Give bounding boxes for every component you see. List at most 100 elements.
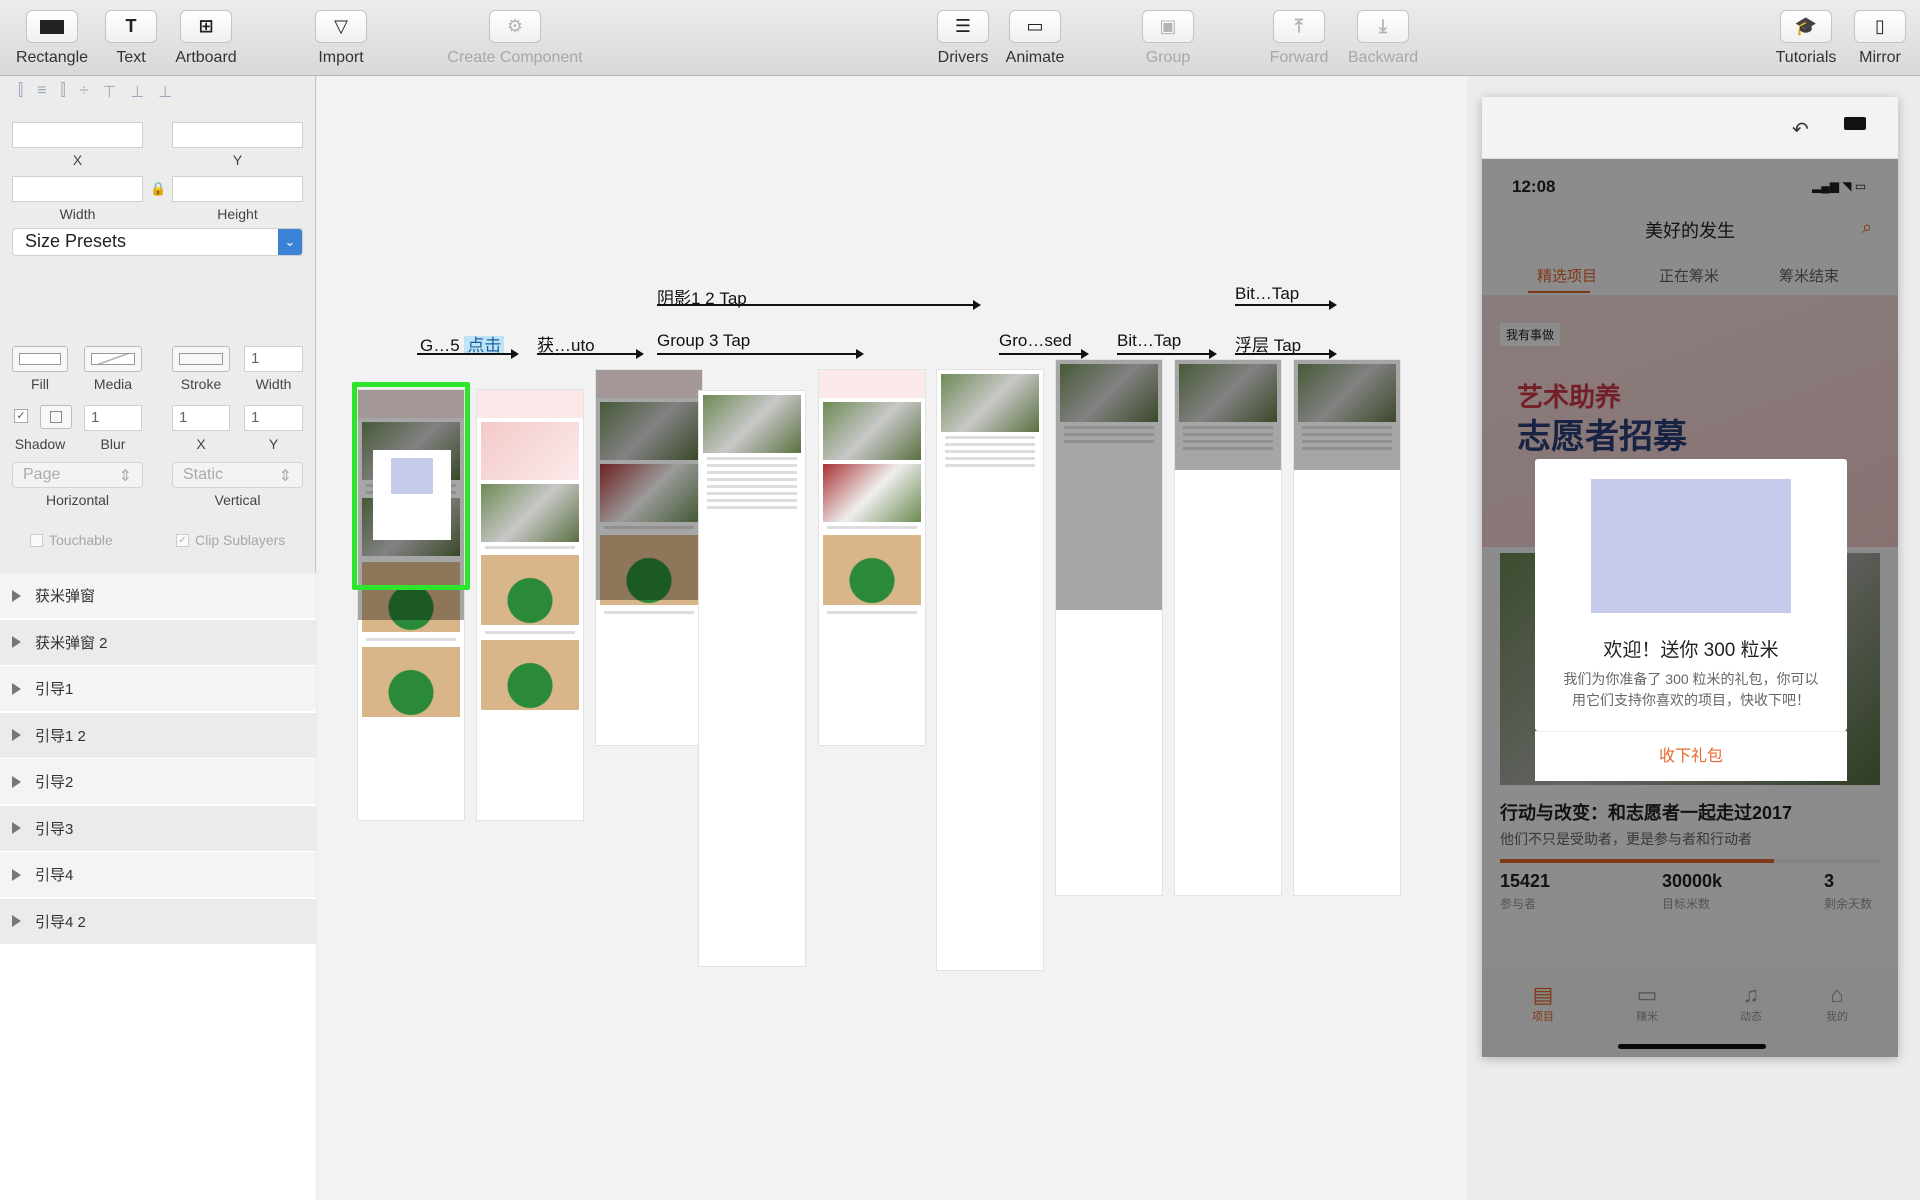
fill-swatch[interactable]	[12, 346, 68, 372]
stroke-width-field[interactable]: 1	[244, 346, 303, 372]
align-top-icon[interactable]: ⊤	[102, 82, 116, 102]
modal-body-line1: 我们为你准备了 300 粒米的礼包，你可以	[1563, 671, 1819, 687]
artboard-thumbnail[interactable]	[1294, 360, 1400, 895]
height-label: Height	[217, 206, 258, 222]
backward-button[interactable]: ⤓ Backward	[1343, 10, 1423, 67]
disclosure-triangle-icon[interactable]	[12, 868, 21, 881]
phone-screen: 12:08 ▂▄▆ ◥ ▭ 美好的发生 ⌕ 精选项目 正在筹米 筹米结束 我有事…	[1482, 159, 1898, 1057]
flow-label-7[interactable]: Bit…Tap	[1235, 284, 1299, 304]
layer-row[interactable]: 引导4 2	[0, 898, 316, 945]
flow-arrow	[1117, 349, 1217, 359]
layer-name: 引导3	[35, 820, 74, 838]
clip-sublayers-label: Clip Sublayers	[195, 532, 286, 548]
align-right-icon[interactable]: ⫿	[60, 82, 65, 102]
shadow-checkbox[interactable]: ✓	[14, 409, 28, 423]
layers-list: 获米弹窗 获米弹窗 2 引导1 引导1 2 引导2 引导3 引导4 引导4 2	[0, 573, 316, 1200]
align-middle-icon[interactable]: ⊥	[130, 82, 144, 102]
align-bottom-icon[interactable]: ⊥	[158, 82, 172, 102]
rectangle-tool-button[interactable]: Rectangle	[12, 10, 92, 67]
disclosure-triangle-icon[interactable]	[12, 589, 21, 602]
toolbar: Rectangle T Text ⊞ Artboard ▽ Import ⚙ C…	[0, 0, 1920, 76]
artboard-tool-button[interactable]: ⊞ Artboard	[166, 10, 246, 67]
align-left-icon[interactable]: ⫿	[18, 82, 23, 102]
flow-label-5[interactable]: Gro…sed	[999, 331, 1072, 351]
artboard-thumbnail[interactable]	[1175, 360, 1281, 895]
flow-arrow	[417, 349, 519, 359]
touchable-checkbox[interactable]	[30, 533, 43, 547]
layer-row[interactable]: 获米弹窗 2	[0, 619, 316, 666]
align-tools[interactable]: ⫿ ≡ ⫿ ÷ ⊤ ⊥ ⊥	[18, 82, 298, 102]
flow-label-6[interactable]: Bit…Tap	[1117, 331, 1181, 351]
x-label: X	[72, 152, 83, 168]
accept-gift-button[interactable]: 收下礼包	[1535, 731, 1847, 781]
width-field[interactable]	[12, 176, 143, 202]
flow-label-4[interactable]: Group 3 Tap	[657, 331, 750, 351]
layer-row[interactable]: 引导3	[0, 805, 316, 852]
y-label: Y	[232, 152, 243, 168]
artboard-thumbnail[interactable]	[699, 391, 805, 966]
height-field[interactable]	[172, 176, 303, 202]
clip-sublayers-checkbox[interactable]: ✓	[176, 533, 189, 547]
y-field[interactable]	[172, 122, 303, 148]
import-label: Import	[318, 49, 364, 66]
rectangle-label: Rectangle	[15, 49, 89, 66]
stroke-swatch[interactable]	[172, 346, 230, 372]
artboard-thumbnail[interactable]	[477, 390, 583, 820]
animate-label: Animate	[1005, 49, 1065, 66]
drivers-button[interactable]: ☰ Drivers	[923, 10, 1003, 67]
text-tool-button[interactable]: T Text	[91, 10, 171, 67]
clip-sublayers-toggle[interactable]: ✓ Clip Sublayers	[176, 532, 285, 548]
layer-row[interactable]: 引导2	[0, 759, 316, 805]
media-swatch[interactable]	[84, 346, 142, 372]
backward-label: Backward	[1347, 49, 1419, 66]
group-label: Group	[1145, 49, 1191, 66]
artboard-icon: ⊞	[180, 10, 232, 43]
tutorials-button[interactable]: 🎓 Tutorials	[1766, 10, 1846, 67]
group-button[interactable]: ▣ Group	[1128, 10, 1208, 67]
lock-icon[interactable]: 🔒	[150, 181, 166, 197]
import-button[interactable]: ▽ Import	[301, 10, 381, 67]
disclosure-triangle-icon[interactable]	[12, 915, 21, 927]
artboard-thumbnail[interactable]	[819, 370, 925, 745]
mirror-button[interactable]: ▯ Mirror	[1840, 10, 1920, 67]
horizontal-select[interactable]: Page ⇕	[12, 462, 143, 488]
artboard-thumbnail[interactable]	[937, 370, 1043, 970]
vertical-select[interactable]: Static ⇕	[172, 462, 303, 488]
vertical-value: Static	[183, 466, 224, 483]
record-video-icon[interactable]	[1844, 117, 1866, 130]
layer-row[interactable]: 引导1	[0, 666, 316, 712]
layer-row[interactable]: 获米弹窗	[0, 573, 316, 619]
disclosure-triangle-icon[interactable]	[12, 729, 21, 741]
animate-button[interactable]: ▭ Animate	[995, 10, 1075, 67]
bring-forward-icon: ⤒	[1273, 10, 1325, 43]
horizontal-value: Page	[23, 466, 61, 483]
flow-arrow	[537, 349, 644, 359]
prototype-canvas[interactable]: G…5 点击 获…uto 阴影1 2 Tap Group 3 Tap Gro…s…	[317, 76, 1467, 1200]
touchable-toggle[interactable]: Touchable	[30, 532, 113, 548]
device-preview[interactable]: ↶ 12:08 ▂▄▆ ◥ ▭ 美好的发生 ⌕ 精选项目 正在筹米 筹米结束 我…	[1482, 97, 1898, 1057]
forward-button[interactable]: ⤒ Forward	[1259, 10, 1339, 67]
shadow-label: Shadow	[14, 436, 66, 452]
shadow-x-field[interactable]: 1	[172, 405, 230, 431]
text-icon: T	[105, 10, 157, 43]
layer-row[interactable]: 引导1 2	[0, 712, 316, 759]
disclosure-triangle-icon[interactable]	[12, 636, 21, 648]
create-component-button[interactable]: ⚙ Create Component	[435, 10, 595, 67]
size-presets-select[interactable]: Size Presets ⌄	[12, 228, 303, 256]
flow-arrow	[1235, 349, 1337, 359]
disclosure-triangle-icon[interactable]	[12, 775, 21, 788]
stroke-width-label: Width	[255, 376, 292, 392]
align-center-icon[interactable]: ≡	[37, 82, 46, 102]
shadow-y-field[interactable]: 1	[244, 405, 303, 431]
distribute-icon[interactable]: ÷	[80, 82, 89, 102]
blur-field[interactable]: 1	[84, 405, 142, 431]
x-field[interactable]	[12, 122, 143, 148]
disclosure-triangle-icon[interactable]	[12, 682, 21, 695]
disclosure-triangle-icon[interactable]	[12, 822, 21, 834]
artboard-thumbnail[interactable]	[1056, 360, 1162, 895]
shadow-swatch[interactable]	[40, 405, 72, 429]
layer-row[interactable]: 引导4	[0, 852, 316, 898]
rectangle-icon	[26, 10, 78, 43]
artboard-thumbnail[interactable]	[596, 370, 702, 745]
undo-icon[interactable]: ↶	[1792, 117, 1809, 142]
